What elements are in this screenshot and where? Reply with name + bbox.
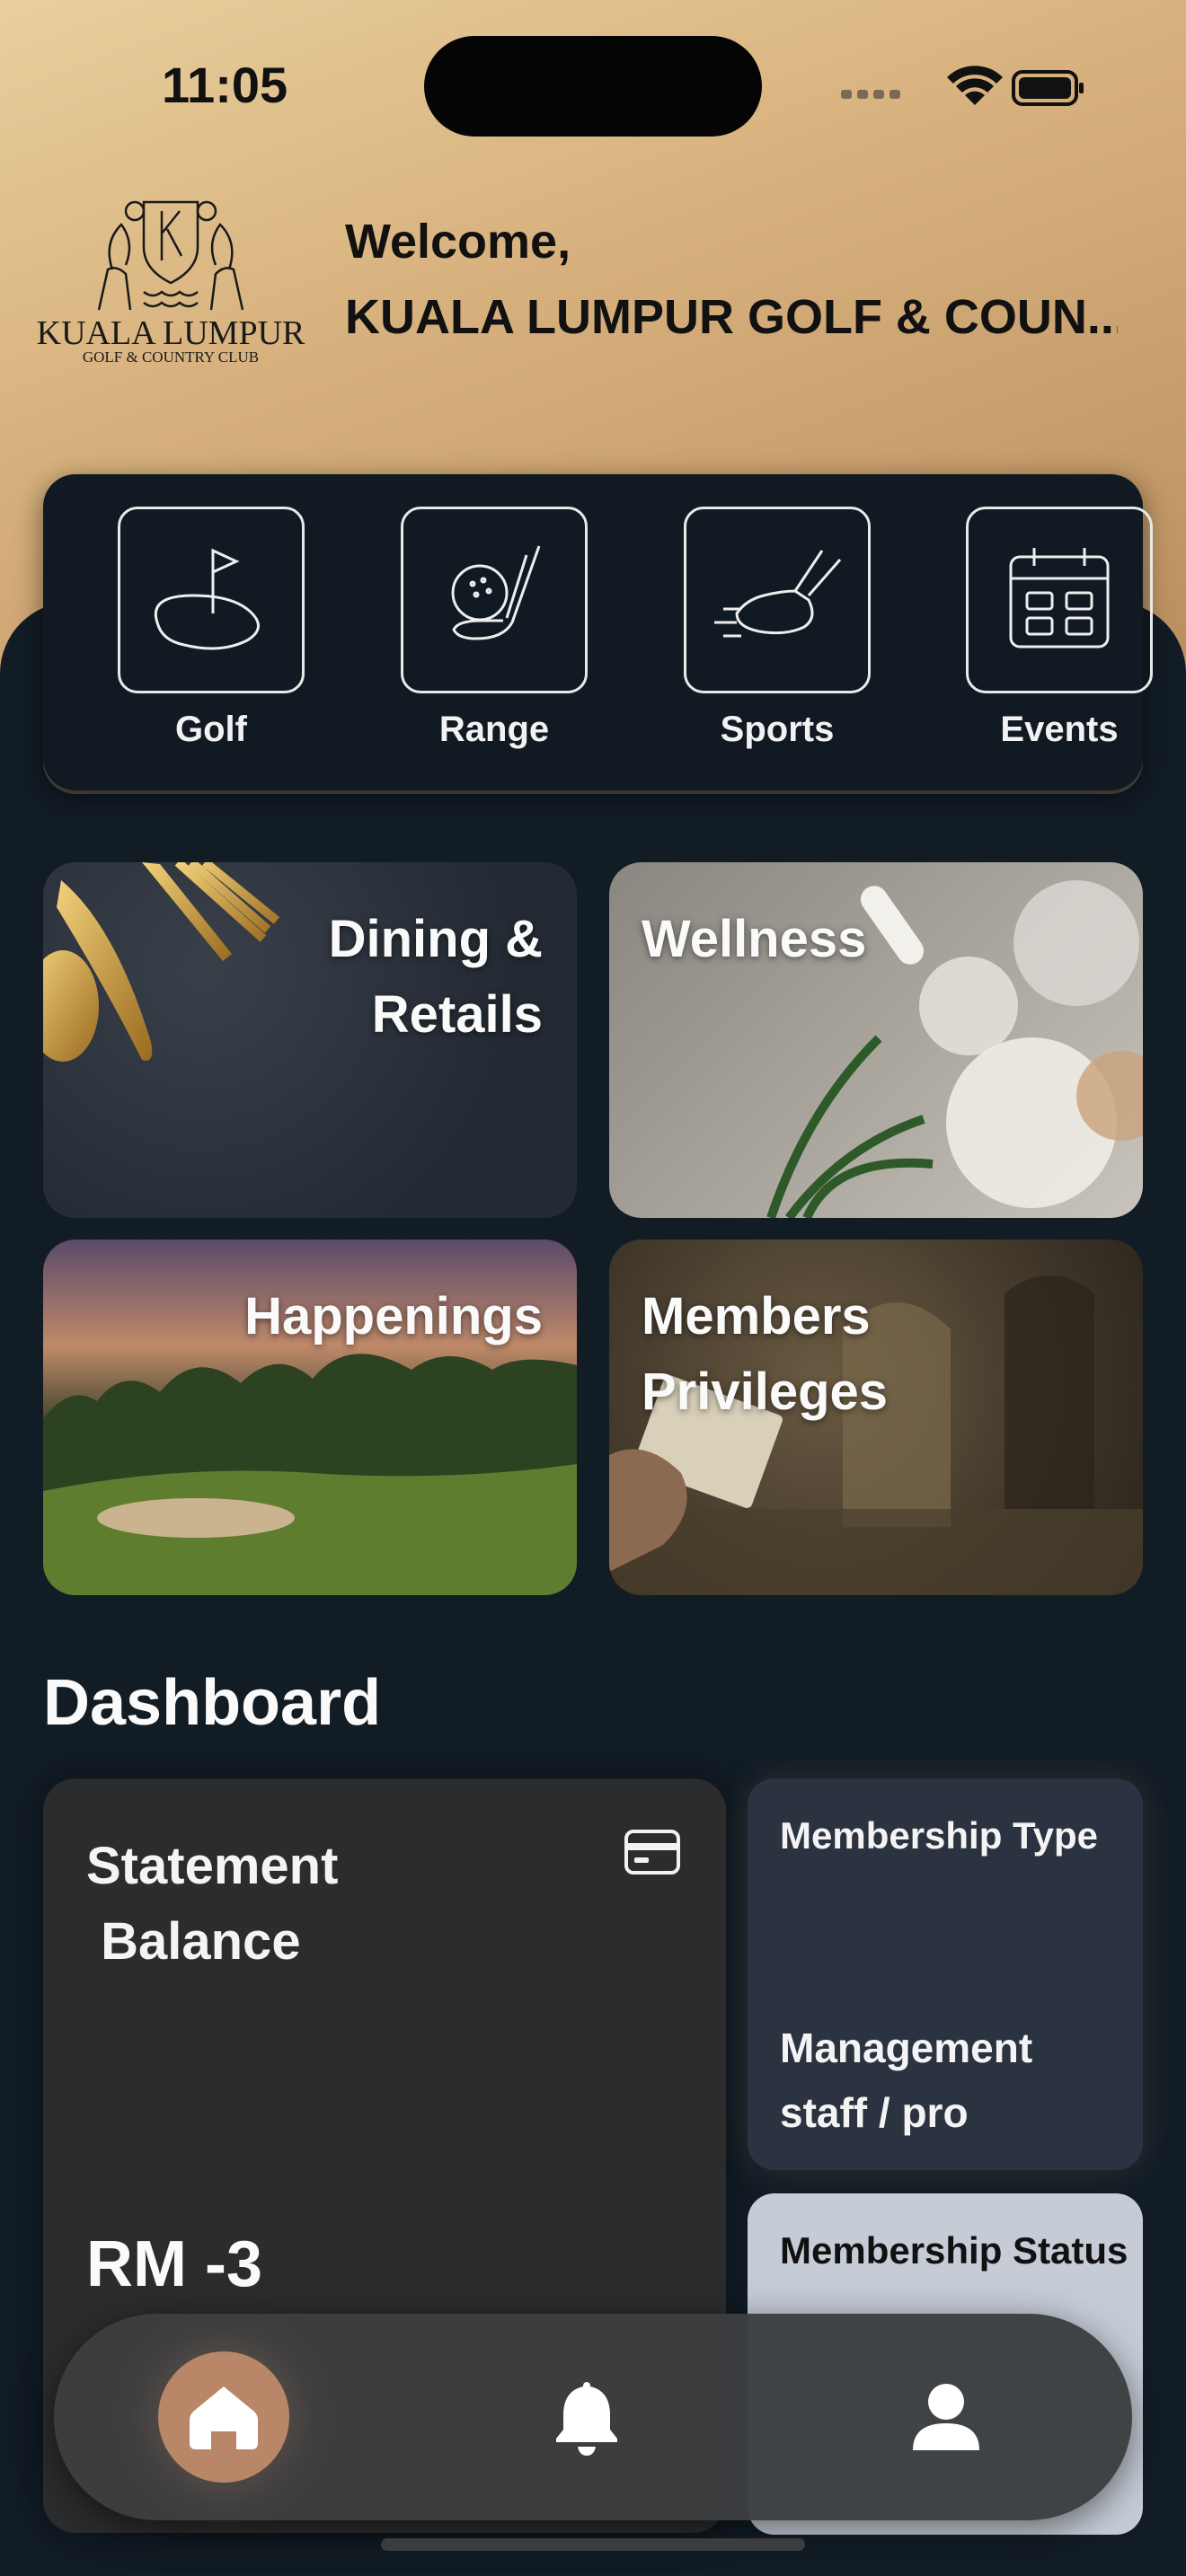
club-name: KUALA LUMPUR GOLF & COUN... [345,290,1118,344]
membership-type-value: Management staff / pro [780,2025,1033,2136]
status-icons [841,66,1084,106]
golf-flag-icon [155,548,260,650]
sports-button[interactable] [684,507,871,693]
events-button[interactable] [966,507,1153,693]
dashboard-title: Dashboard [43,1667,382,1739]
battery-icon [1012,70,1084,106]
membership-type-card: Membership Type Management staff / pro [748,1778,1143,2170]
svg-text:GOLF & COUNTRY CLUB: GOLF & COUNTRY CLUB [83,348,259,366]
nav-notifications-button[interactable] [539,2369,634,2465]
tile-wellness[interactable]: Wellness [609,862,1143,1218]
tile-title: Happenings [244,1287,543,1345]
golf-button[interactable] [118,507,305,693]
calendar-icon [1009,548,1110,648]
home-icon [190,2386,258,2449]
statement-title: Statement Balance [86,1837,339,1971]
tile-dining-retails[interactable]: Dining & Retails [43,862,577,1218]
tile-happenings[interactable]: Happenings [43,1239,577,1595]
tile-title: Dining & Retails [328,910,543,1044]
user-icon [913,2384,979,2450]
quick-actions-card: Golf Range Sports Events [43,474,1153,790]
signal-icon [841,90,900,99]
dynamic-island [424,36,762,137]
quick-action-golf[interactable]: Golf [117,507,305,750]
quick-action-sports[interactable]: Sports [683,507,872,750]
quick-action-label: Golf [175,710,247,749]
membership-type-label: Membership Type [780,1814,1098,1857]
bell-icon [556,2382,617,2456]
quick-action-events[interactable]: Events [965,507,1154,750]
credit-card-icon [624,1830,680,1875]
tile-title: Wellness [642,910,867,968]
welcome-text: Welcome, [345,215,571,269]
quick-action-label: Sports [720,710,835,749]
tile-members-privileges[interactable]: Members Privileges [609,1239,1143,1595]
running-shoe-icon [714,550,842,638]
quick-action-range[interactable]: Range [400,507,589,750]
nav-home-button[interactable] [158,2351,289,2483]
status-time: 11:05 [162,57,288,113]
golf-club-ball-icon [451,545,541,640]
nav-profile-button[interactable] [898,2369,994,2465]
quick-action-label: Events [1000,710,1119,749]
home-indicator [381,2538,805,2551]
statement-amount: RM -3 [86,2228,262,2300]
club-logo: KUALA LUMPUR GOLF & COUNTRY CLUB [36,184,305,373]
wifi-icon [947,66,1003,105]
quick-action-label: Range [438,710,550,749]
bottom-navigation [54,2314,1132,2520]
range-button[interactable] [401,507,588,693]
membership-status-label: Membership Status [780,2229,1128,2272]
svg-text:KUALA LUMPUR: KUALA LUMPUR [37,314,305,352]
tile-title: Members Privileges [642,1287,889,1421]
